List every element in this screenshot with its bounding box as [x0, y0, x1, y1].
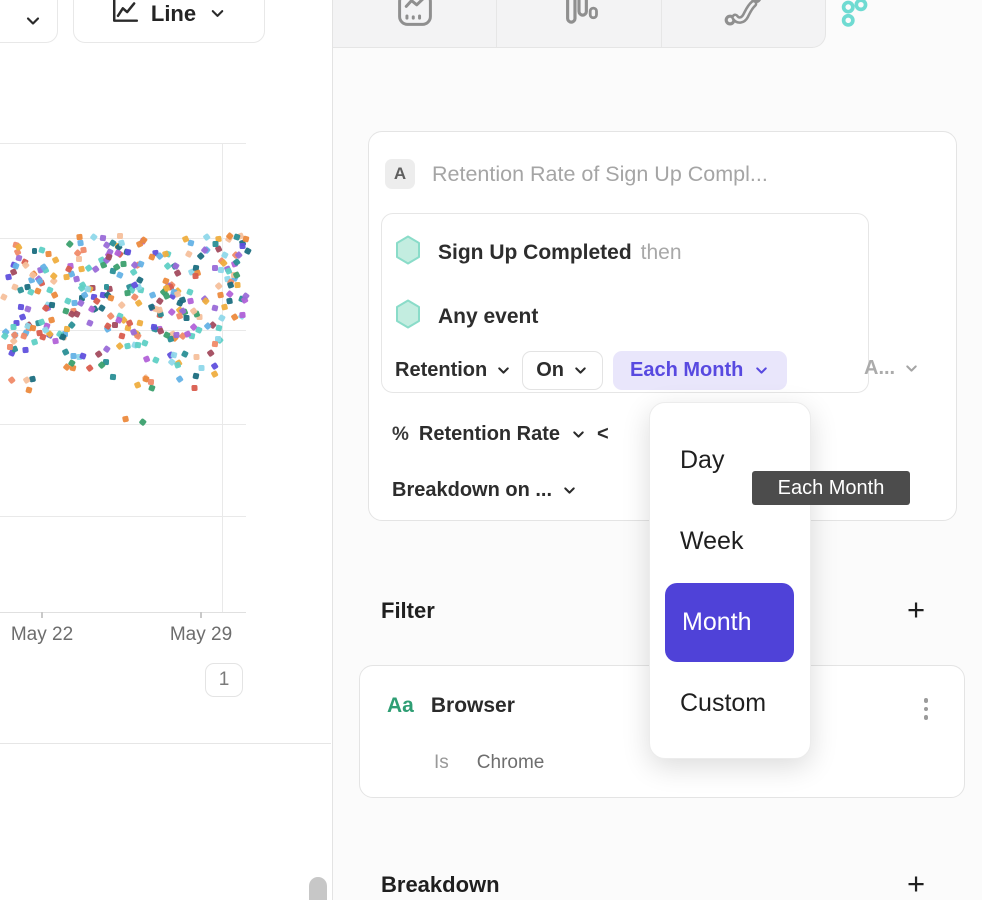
measure-trailing-text: <	[597, 423, 609, 446]
breakdown-on-dropdown[interactable]: Breakdown on ...	[392, 479, 578, 502]
tab-bar-chart[interactable]	[496, 0, 660, 47]
add-filter-button[interactable]: +	[907, 594, 925, 625]
extra-dropdown[interactable]: A...	[864, 357, 920, 380]
event-row[interactable]: Sign Up Completed then	[395, 235, 682, 270]
extra-label: A...	[864, 357, 895, 380]
query-builder-panel: A Retention Rate of Sign Up Compl... Sig…	[332, 0, 982, 900]
query-title[interactable]: Retention Rate of Sign Up Compl...	[432, 162, 768, 187]
chevron-down-icon	[572, 362, 589, 379]
filter-property-name: Browser	[431, 694, 515, 718]
events-card: Sign Up Completed then Any event Retenti…	[381, 213, 869, 393]
event-name[interactable]: Sign Up Completed	[438, 241, 632, 265]
flow-icon	[722, 0, 764, 35]
retention-controls-row: Retention On Each Month	[395, 351, 787, 390]
hexagon-event-icon	[395, 235, 421, 270]
tooltip: Each Month	[752, 471, 910, 505]
app-canvas: Line May 22 May 29 1	[0, 0, 982, 900]
kebab-menu-icon[interactable]	[924, 698, 929, 720]
chevron-down-icon	[903, 360, 920, 377]
event-name[interactable]: Any event	[438, 305, 538, 329]
on-dropdown[interactable]: On	[522, 351, 603, 390]
chevron-down-icon	[208, 4, 227, 23]
breakdown-on-label: Breakdown on ...	[392, 479, 552, 502]
chevron-down-icon	[753, 362, 770, 379]
scatter-icon	[839, 15, 869, 32]
x-axis-tick-label: May 29	[161, 624, 241, 646]
filter-section-title: Filter	[381, 598, 435, 624]
chart-pane: Line May 22 May 29 1	[0, 0, 331, 900]
x-axis-tick-label: May 22	[2, 624, 82, 646]
chart-type-label: Line	[151, 1, 196, 27]
chevron-down-icon	[23, 11, 43, 31]
property-type-icon: Aa	[387, 694, 414, 718]
chevron-down-icon	[561, 482, 578, 499]
tooltip-text: Each Month	[778, 477, 885, 500]
event-suffix: then	[641, 241, 682, 265]
tab-insights-chart[interactable]	[333, 0, 496, 47]
metric-label: Retention	[395, 359, 487, 382]
interval-label: Each Month	[630, 359, 743, 382]
tab-scatter-active[interactable]	[839, 0, 869, 33]
chart-type-tabs	[333, 0, 826, 48]
menu-item-month[interactable]: Month	[665, 583, 794, 662]
chart-type-button[interactable]: Line	[73, 0, 265, 43]
filter-operator: Is	[434, 752, 449, 774]
chevron-down-icon	[495, 362, 512, 379]
filter-property-row[interactable]: Aa Browser	[387, 694, 515, 718]
menu-item-week[interactable]: Week	[650, 501, 810, 582]
percent-icon: %	[392, 424, 409, 446]
chevron-down-icon	[570, 426, 587, 443]
event-row[interactable]: Any event	[395, 299, 547, 334]
filter-value: Chrome	[477, 752, 545, 774]
page-number: 1	[219, 669, 230, 691]
on-label: On	[536, 359, 564, 382]
bar-chart-icon	[558, 0, 600, 35]
pagination-page-button[interactable]: 1	[205, 663, 243, 697]
breakdown-section-title: Breakdown	[381, 872, 500, 898]
measure-dropdown[interactable]: % Retention Rate <	[392, 423, 609, 446]
horizontal-divider	[0, 743, 331, 744]
add-breakdown-button[interactable]: +	[907, 868, 925, 899]
interval-dropdown-menu: Day Week Month Custom	[649, 402, 811, 759]
interval-dropdown[interactable]: Each Month	[613, 351, 787, 390]
measure-label: Retention Rate	[419, 423, 560, 446]
tab-flow[interactable]	[661, 0, 825, 47]
query-label-badge: A	[385, 159, 415, 189]
insights-chart-icon	[394, 0, 436, 35]
filter-condition-row[interactable]: Is Chrome	[434, 752, 544, 774]
vertical-scrollbar-thumb[interactable]	[309, 877, 327, 900]
metric-dropdown[interactable]: Retention	[395, 359, 512, 382]
menu-item-custom[interactable]: Custom	[650, 663, 810, 744]
collapsed-dropdown-button[interactable]	[0, 0, 58, 43]
hexagon-event-icon	[395, 299, 421, 334]
line-chart-icon	[111, 0, 139, 29]
